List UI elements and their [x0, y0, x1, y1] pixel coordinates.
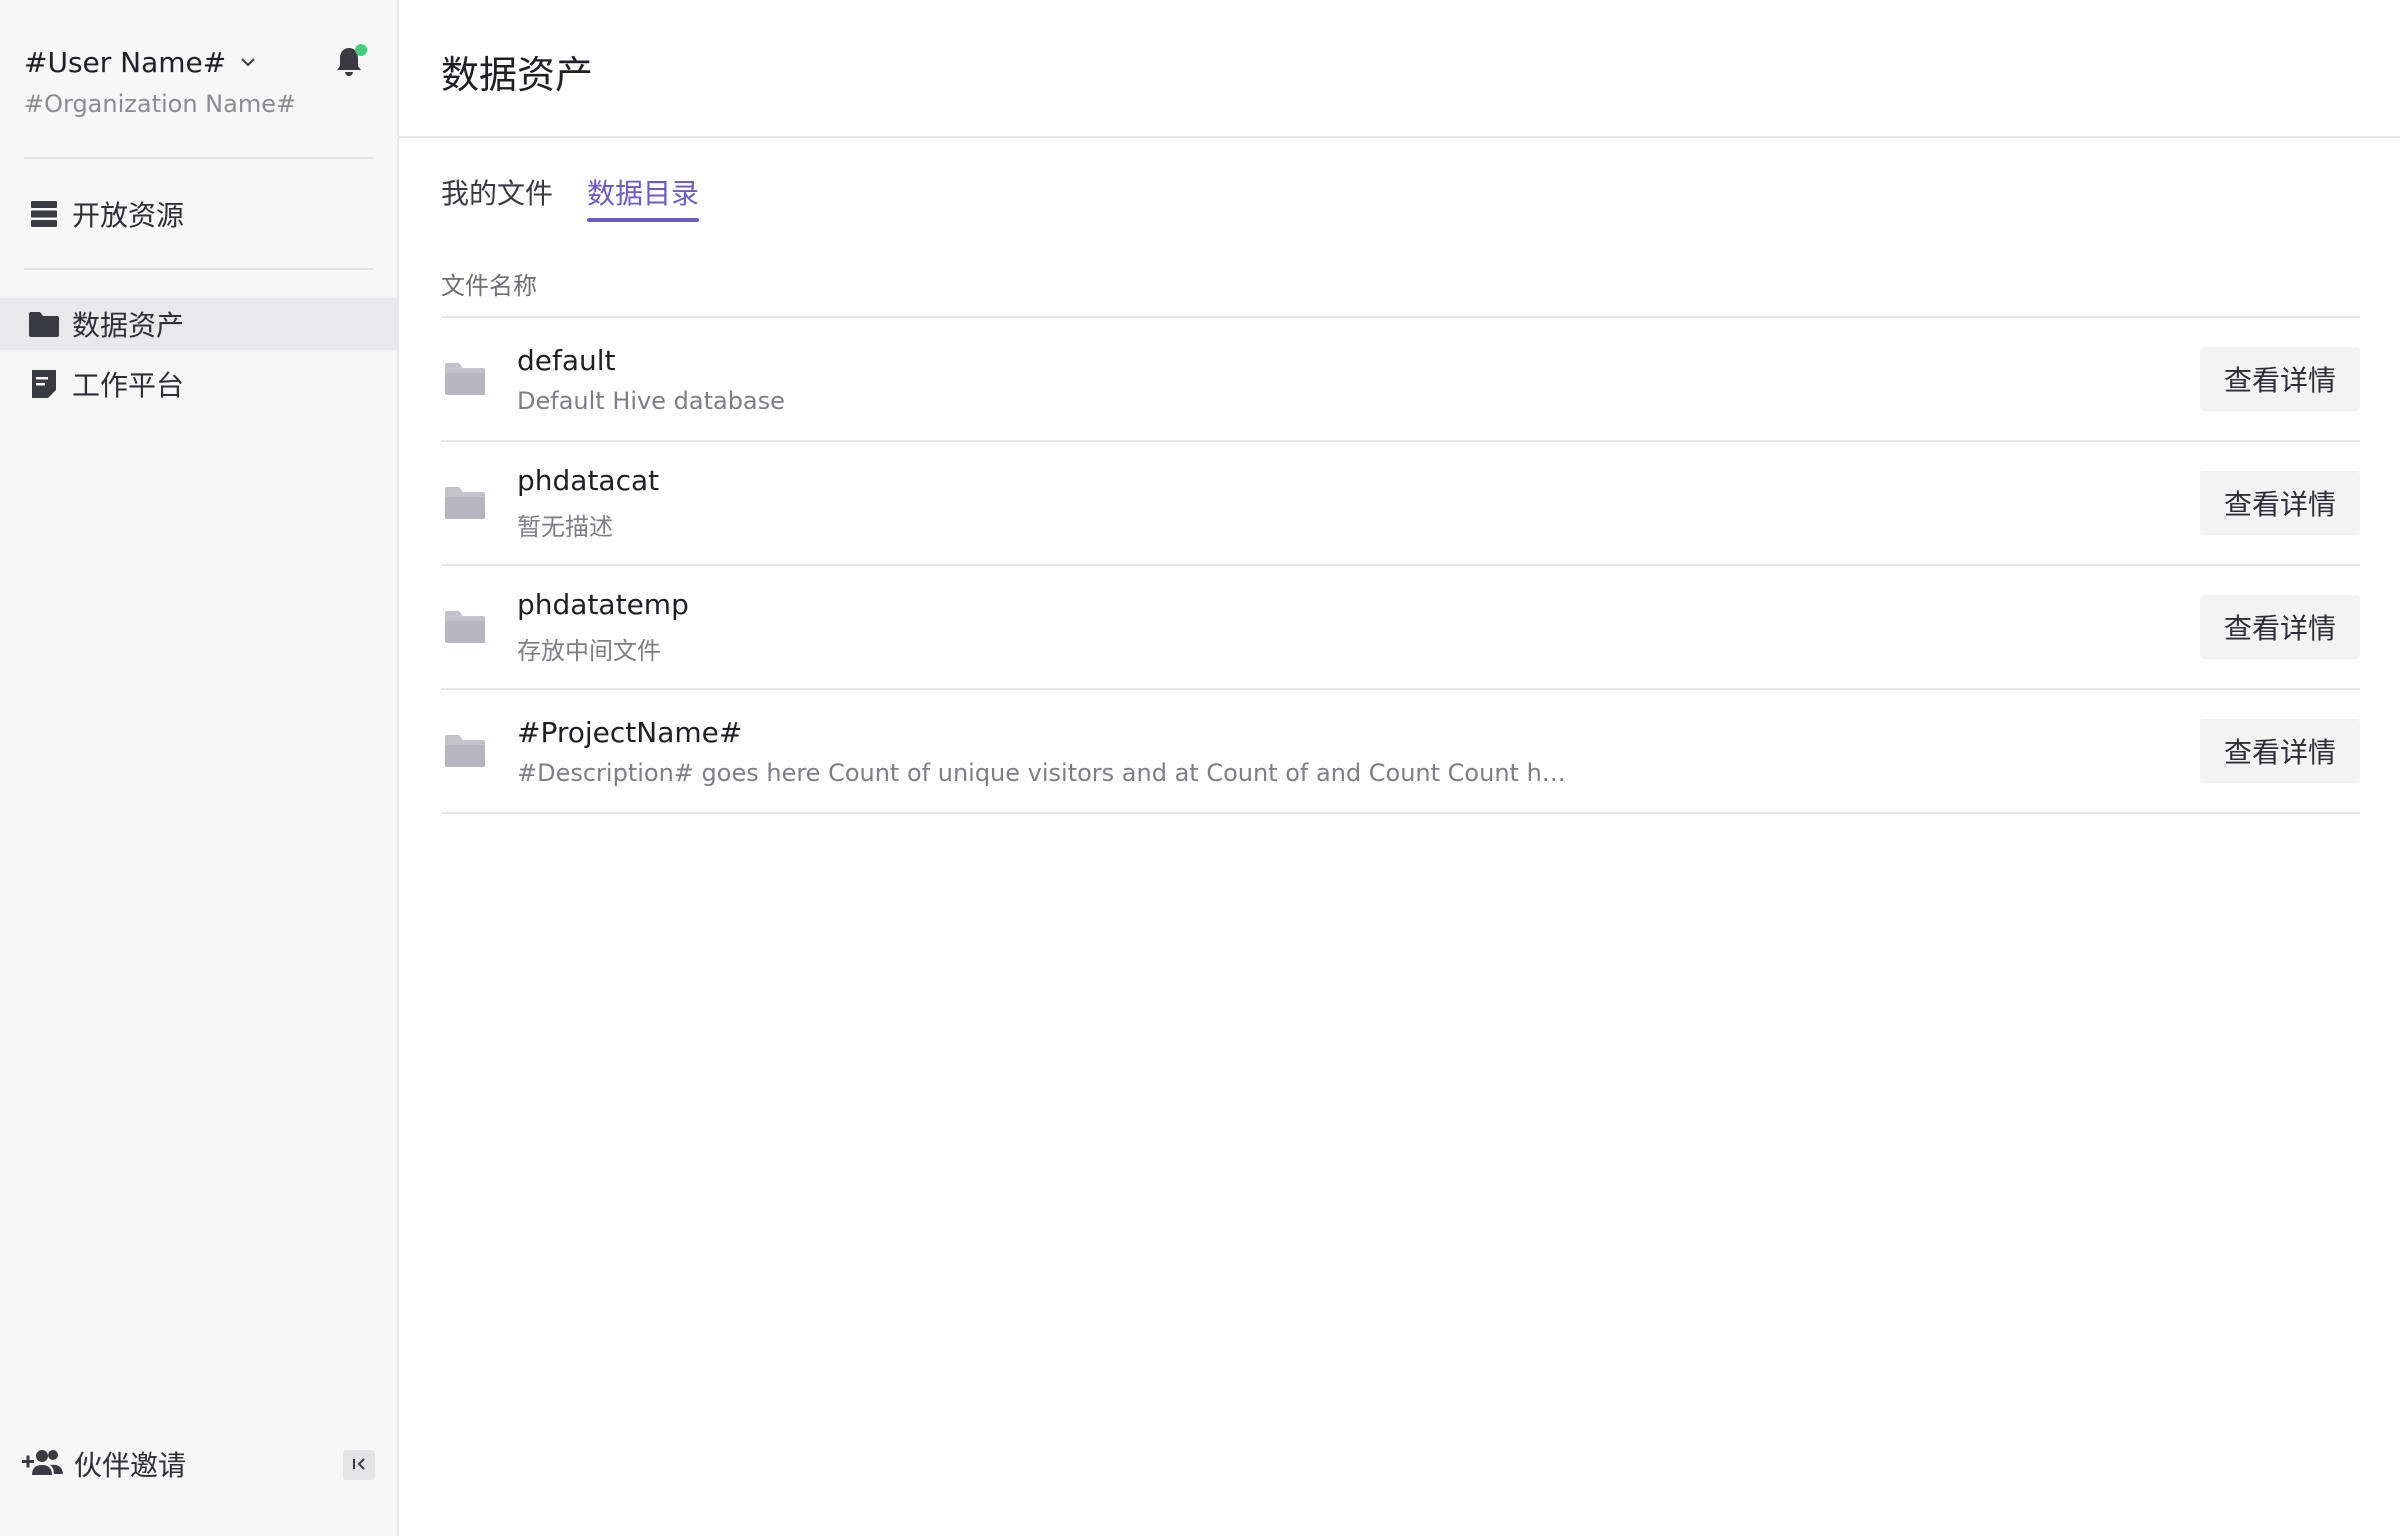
sidebar-divider	[24, 157, 373, 159]
row-description: Default Hive database	[517, 386, 785, 415]
table-row: phdatatemp 存放中间文件 查看详情	[441, 566, 2360, 690]
folder-icon	[28, 308, 60, 340]
collapse-sidebar-button[interactable]	[343, 1450, 375, 1480]
bell-icon[interactable]	[329, 42, 369, 82]
sidebar-item-workbench[interactable]: 工作平台	[0, 358, 397, 410]
page-header: 数据资产	[399, 0, 2400, 138]
folder-icon	[443, 733, 487, 769]
list-icon	[28, 198, 60, 230]
invite-partners-button[interactable]: 伙伴邀请	[22, 1444, 186, 1484]
row-name[interactable]: phdatatemp	[517, 588, 2200, 621]
tab-bar: 我的文件 数据目录	[441, 172, 733, 222]
file-table: 文件名称 default Default Hive database 查看详情	[441, 262, 2360, 814]
folder-icon	[443, 485, 487, 521]
folder-icon	[443, 609, 487, 645]
collapse-left-icon	[351, 1456, 367, 1475]
user-block: #User Name# #Organization Name#	[24, 42, 373, 118]
invite-label: 伙伴邀请	[74, 1449, 187, 1482]
tab-my-files[interactable]: 我的文件	[441, 172, 553, 222]
table-row: phdatacat 暂无描述 查看详情	[441, 442, 2360, 566]
folder-icon	[443, 361, 487, 397]
view-details-button[interactable]: 查看详情	[2200, 719, 2360, 783]
row-name[interactable]: default	[517, 344, 2200, 377]
row-name[interactable]: #ProjectName#	[517, 716, 2200, 749]
sidebar-item-label: 开放资源	[72, 199, 185, 232]
row-name[interactable]: phdatacat	[517, 464, 2200, 497]
main-content: 数据资产 我的文件 数据目录 文件名称 default Default Hive…	[399, 0, 2400, 1536]
user-name: #User Name#	[24, 45, 227, 79]
view-details-button[interactable]: 查看详情	[2200, 471, 2360, 535]
view-details-button[interactable]: 查看详情	[2200, 595, 2360, 659]
app-root: #User Name# #Organization Name# 开放资源 数据资…	[0, 0, 2400, 1536]
tab-data-catalog[interactable]: 数据目录	[587, 172, 700, 222]
sidebar-divider	[24, 268, 373, 270]
add-people-icon	[22, 1447, 64, 1481]
organization-name: #Organization Name#	[24, 90, 297, 118]
user-switcher[interactable]: #User Name#	[24, 42, 373, 82]
view-details-button[interactable]: 查看详情	[2200, 347, 2360, 411]
sidebar-item-data-assets[interactable]: 数据资产	[0, 298, 397, 350]
notification-dot	[355, 44, 367, 56]
sidebar: #User Name# #Organization Name# 开放资源 数据资…	[0, 0, 399, 1536]
row-description: 暂无描述	[517, 513, 613, 541]
sidebar-item-label: 数据资产	[72, 309, 185, 342]
column-header-file-name: 文件名称	[441, 262, 2360, 318]
table-row: default Default Hive database 查看详情	[441, 318, 2360, 442]
table-row: #ProjectName# #Description# goes here Co…	[441, 690, 2360, 814]
chevron-down-icon	[238, 52, 258, 72]
note-icon	[28, 368, 60, 400]
page-title: 数据资产	[441, 53, 594, 97]
row-description: 存放中间文件	[517, 637, 661, 665]
sidebar-item-open-resources[interactable]: 开放资源	[0, 188, 397, 240]
sidebar-item-label: 工作平台	[72, 369, 185, 402]
row-description: #Description# goes here Count of unique …	[517, 758, 1577, 787]
